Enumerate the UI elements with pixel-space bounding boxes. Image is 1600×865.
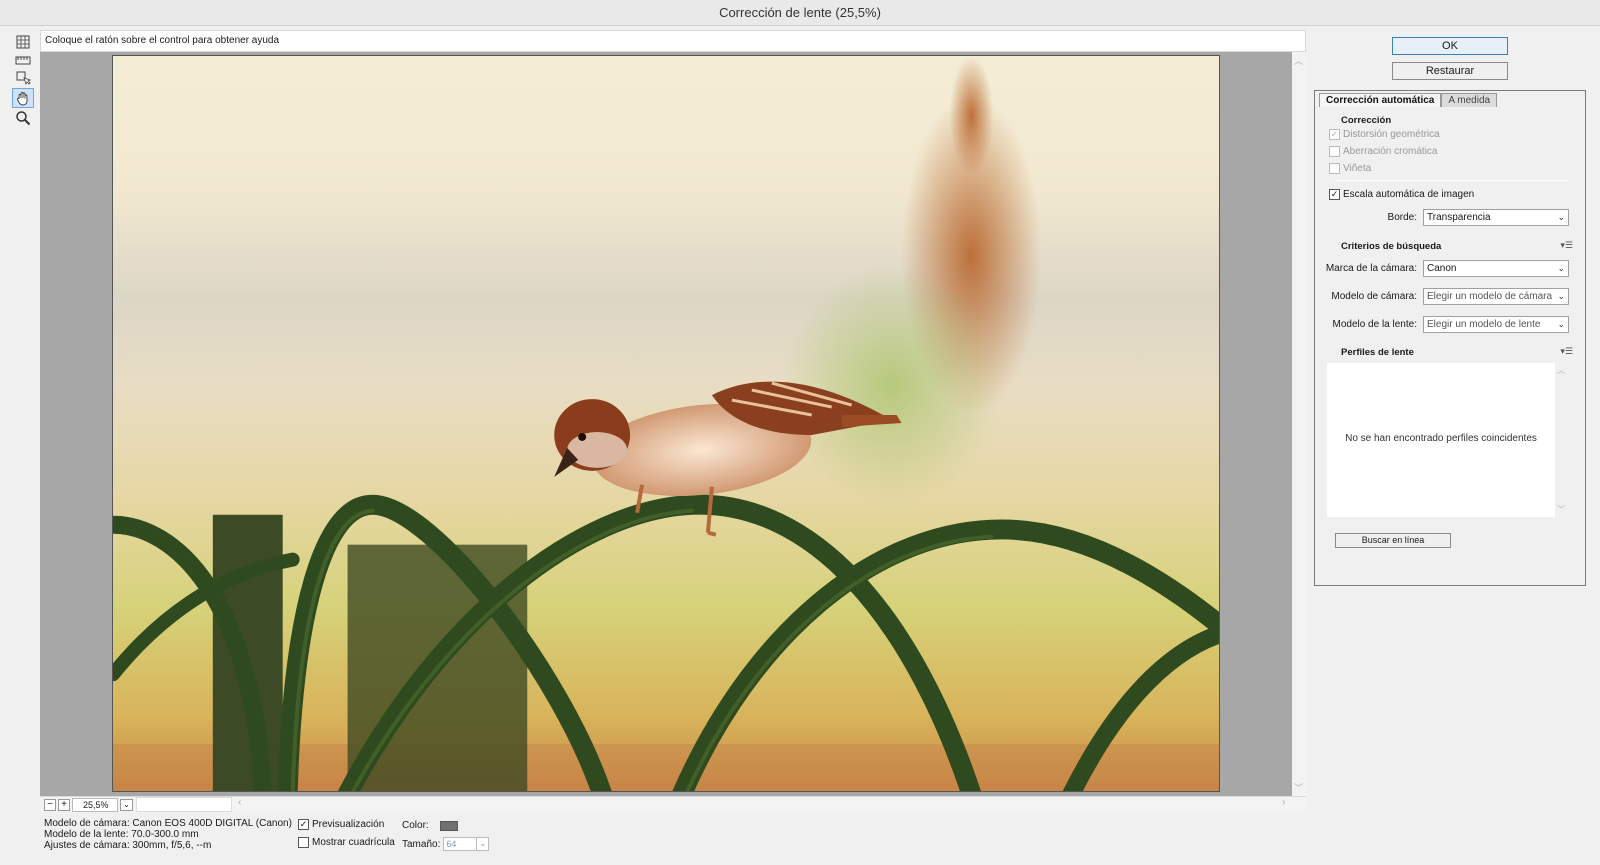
vertical-scrollbar[interactable]: ︿ ﹀ xyxy=(1292,52,1306,796)
geometric-distortion-checkbox[interactable]: ✓ xyxy=(1329,129,1340,140)
move-grid-tool-icon xyxy=(16,71,31,86)
chevron-down-icon: ⌄ xyxy=(1557,319,1565,329)
preview-canvas[interactable] xyxy=(40,52,1292,796)
tab-auto-correction[interactable]: Corrección automática xyxy=(1319,93,1442,107)
grid-color-swatch[interactable] xyxy=(439,820,458,831)
auto-scale-checkbox[interactable]: ✓ xyxy=(1329,189,1340,200)
tab-custom[interactable]: A medida xyxy=(1441,93,1498,107)
remove-distortion-tool[interactable] xyxy=(12,32,34,52)
search-criteria-title: Criterios de búsqueda xyxy=(1341,241,1442,252)
search-online-button[interactable]: Buscar en línea xyxy=(1335,533,1451,548)
zoom-tool[interactable] xyxy=(12,108,34,128)
chevron-down-icon: ⌄ xyxy=(1557,291,1565,301)
camera-make-value: Canon xyxy=(1427,263,1457,274)
chromatic-aberration-checkbox[interactable] xyxy=(1329,146,1340,157)
lens-model-placeholder: Elegir un modelo de lente xyxy=(1427,319,1541,330)
grid-size-label: Tamaño: xyxy=(402,838,441,850)
ok-button[interactable]: OK xyxy=(1392,37,1508,55)
preview-label: Previsualización xyxy=(312,819,385,830)
scroll-up-icon[interactable]: ︿ xyxy=(1557,365,1565,376)
zoom-tool-icon xyxy=(16,111,31,126)
vignette-checkbox[interactable] xyxy=(1329,163,1340,174)
camera-model-select[interactable]: Elegir un modelo de cámara ⌄ xyxy=(1423,288,1569,305)
reset-button[interactable]: Restaurar xyxy=(1392,62,1508,80)
scroll-right-icon[interactable]: › xyxy=(1282,797,1285,808)
help-text: Coloque el ratón sobre el control para o… xyxy=(40,30,1306,52)
lens-profiles-list[interactable]: No se han encontrado perfiles coincident… xyxy=(1327,363,1555,517)
lens-model-label: Modelo de la lente: xyxy=(1332,319,1417,330)
chevron-down-icon: ⌄ xyxy=(1557,212,1565,222)
zoom-in-button[interactable]: + xyxy=(58,799,70,811)
scroll-down-icon[interactable]: ﹀ xyxy=(1557,504,1565,515)
grid-size-field[interactable]: 64 ⌄ xyxy=(443,837,490,851)
show-grid-checkbox[interactable] xyxy=(298,837,309,848)
scroll-left-icon[interactable]: ‹ xyxy=(238,797,241,808)
scroll-up-icon[interactable]: ︿ xyxy=(1294,54,1303,67)
camera-info: Modelo de cámara: Canon EOS 400D DIGITAL… xyxy=(44,818,292,851)
hand-tool[interactable] xyxy=(12,88,34,108)
zoom-bar: − + 25,5% ⌄ ‹ › xyxy=(40,796,1306,812)
show-grid-option[interactable]: Mostrar cuadrícula xyxy=(298,837,395,848)
chromatic-aberration-label: Aberración cromática xyxy=(1343,146,1438,157)
lens-model-info: Modelo de la lente: 70.0-300.0 mm xyxy=(44,829,199,840)
lens-profiles-menu-icon[interactable]: ▾☰ xyxy=(1560,346,1573,357)
remove-distortion-tool-icon xyxy=(16,35,30,49)
horizontal-scroll-track[interactable] xyxy=(136,797,232,812)
camera-model-info: Modelo de cámara: Canon EOS 400D DIGITAL… xyxy=(44,818,292,829)
profiles-scrollbar[interactable]: ︿ ﹀ xyxy=(1557,363,1567,517)
camera-make-label: Marca de la cámara: xyxy=(1325,263,1417,274)
correction-section-title: Corrección xyxy=(1341,115,1392,126)
edge-select[interactable]: Transparencia ⌄ xyxy=(1423,209,1569,226)
hand-tool-icon xyxy=(17,92,28,106)
scroll-down-icon[interactable]: ﹀ xyxy=(1294,781,1303,794)
straighten-tool[interactable] xyxy=(12,50,34,70)
edge-label: Borde: xyxy=(1387,212,1417,223)
zoom-out-button[interactable]: − xyxy=(44,799,56,811)
grid-color-option: Color: xyxy=(402,820,458,831)
lens-profiles-title: Perfiles de lente xyxy=(1341,347,1414,358)
vignette-option[interactable]: Viñeta xyxy=(1329,163,1371,174)
show-grid-label: Mostrar cuadrícula xyxy=(312,837,395,848)
zoom-value[interactable]: 25,5% xyxy=(72,798,118,812)
sparrow-on-fence-image xyxy=(113,56,1219,791)
edge-select-value: Transparencia xyxy=(1427,212,1491,223)
correction-divider xyxy=(1337,180,1569,181)
vignette-label: Viñeta xyxy=(1343,163,1372,174)
lens-model-select[interactable]: Elegir un modelo de lente ⌄ xyxy=(1423,316,1569,333)
camera-settings-info: Ajustes de cámara: 300mm, f/5,6, --m xyxy=(44,840,212,851)
grid-size-value: 64 xyxy=(446,839,457,849)
chevron-down-icon[interactable]: ⌄ xyxy=(476,838,488,850)
camera-model-placeholder: Elegir un modelo de cámara xyxy=(1427,291,1553,302)
preview-checkbox[interactable]: ✓ xyxy=(298,819,309,830)
photo-preview[interactable] xyxy=(112,55,1220,792)
straighten-tool-icon xyxy=(15,56,31,65)
geometric-distortion-label: Distorsión geométrica xyxy=(1343,129,1440,140)
grid-size-option: Tamaño: 64 ⌄ xyxy=(402,837,490,851)
camera-make-select[interactable]: Canon ⌄ xyxy=(1423,260,1569,277)
zoom-dropdown-icon[interactable]: ⌄ xyxy=(120,799,133,811)
chevron-down-icon: ⌄ xyxy=(1557,263,1565,273)
auto-scale-option[interactable]: ✓ Escala automática de imagen xyxy=(1329,189,1474,200)
camera-model-label: Modelo de cámara: xyxy=(1331,291,1417,302)
window-title: Corrección de lente (25,5%) xyxy=(0,0,1600,26)
move-grid-tool[interactable] xyxy=(12,68,34,88)
chromatic-aberration-option[interactable]: Aberración cromática xyxy=(1329,146,1437,157)
panel-tabs: Corrección automática A medida xyxy=(1319,93,1498,107)
tool-strip xyxy=(8,30,38,810)
settings-panel: Corrección automática A medida Correcció… xyxy=(1314,90,1586,586)
preview-option[interactable]: ✓ Previsualización xyxy=(298,819,384,830)
search-criteria-menu-icon[interactable]: ▾☰ xyxy=(1560,240,1573,251)
geometric-distortion-option[interactable]: ✓ Distorsión geométrica xyxy=(1329,129,1440,140)
grid-color-label: Color: xyxy=(402,820,429,831)
no-profiles-message: No se han encontrado perfiles coincident… xyxy=(1345,433,1537,444)
auto-scale-label: Escala automática de imagen xyxy=(1343,189,1475,200)
